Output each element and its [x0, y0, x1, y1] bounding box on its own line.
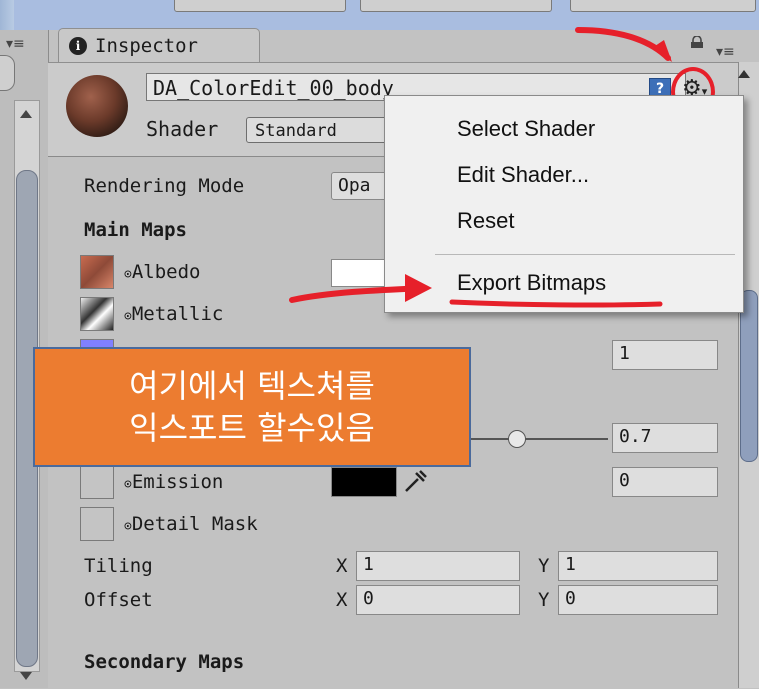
- object-picker-icon[interactable]: ⊙: [124, 519, 132, 534]
- offset-x-label: X: [336, 589, 348, 611]
- panel-menu-icon[interactable]: ▾≡: [6, 36, 25, 52]
- scroll-up-arrow-icon[interactable]: [20, 110, 32, 118]
- object-picker-icon[interactable]: ⊙: [124, 267, 132, 282]
- tiling-x-field[interactable]: 1: [356, 551, 520, 581]
- tab-inspector[interactable]: i Inspector: [58, 28, 260, 63]
- albedo-color-field[interactable]: [331, 259, 391, 287]
- tiling-label: Tiling: [84, 555, 153, 577]
- metallic-texture-thumbnail[interactable]: [80, 297, 114, 331]
- albedo-label: ⊙Albedo: [124, 261, 200, 283]
- emission-color-field[interactable]: [331, 467, 397, 497]
- context-menu: Select Shader Edit Shader... Reset Expor…: [384, 95, 744, 313]
- metallic-label: ⊙Metallic: [124, 303, 223, 325]
- tab-inspector-label: Inspector: [95, 35, 198, 57]
- normal-scale-field[interactable]: 1: [612, 340, 718, 370]
- menu-separator: [435, 254, 735, 255]
- left-panel-tab[interactable]: [0, 55, 15, 91]
- smoothness-slider-thumb[interactable]: [508, 430, 526, 448]
- menu-item-export-bitmaps[interactable]: Export Bitmaps: [457, 270, 606, 296]
- annotation-callout: 여기에서 텍스쳐를 익스포트 할수있음: [33, 347, 471, 467]
- scroll-up-arrow-icon[interactable]: [738, 70, 750, 78]
- right-scrollbar-thumb[interactable]: [740, 290, 758, 462]
- material-preview-avatar: [66, 75, 128, 137]
- secondary-maps-heading: Secondary Maps: [84, 651, 245, 673]
- scroll-down-arrow-icon[interactable]: [20, 672, 32, 680]
- metallic-text: Metallic: [131, 303, 224, 325]
- tiling-y-field[interactable]: 1: [558, 551, 718, 581]
- smoothness-value-field[interactable]: 0.7: [612, 423, 718, 453]
- smoothness-slider-track[interactable]: [468, 438, 608, 440]
- detail-mask-label: ⊙Detail Mask: [124, 513, 258, 535]
- shader-label: Shader: [146, 117, 219, 141]
- albedo-texture-thumbnail[interactable]: [80, 255, 114, 289]
- menu-item-reset[interactable]: Reset: [457, 208, 514, 234]
- emission-texture-slot[interactable]: [80, 465, 114, 499]
- info-icon: i: [69, 37, 87, 55]
- rendering-mode-label: Rendering Mode: [84, 175, 245, 197]
- toolbar-button[interactable]: [174, 0, 346, 12]
- albedo-text: Albedo: [131, 261, 201, 283]
- offset-label: Offset: [84, 589, 153, 611]
- menu-item-select-shader[interactable]: Select Shader: [457, 116, 595, 142]
- object-picker-icon[interactable]: ⊙: [124, 309, 132, 324]
- callout-line-2: 익스포트 할수있음: [129, 409, 375, 447]
- top-toolbar-strip: [14, 0, 759, 30]
- toolbar-button[interactable]: [570, 0, 756, 12]
- menu-item-edit-shader[interactable]: Edit Shader...: [457, 162, 589, 188]
- emission-text: Emission: [131, 471, 224, 493]
- eyedropper-icon[interactable]: [402, 467, 430, 495]
- toolbar-button[interactable]: [360, 0, 552, 12]
- detail-mask-texture-slot[interactable]: [80, 507, 114, 541]
- tiling-x-label: X: [336, 555, 348, 577]
- offset-x-field[interactable]: 0: [356, 585, 520, 615]
- tiling-y-label: Y: [538, 555, 550, 577]
- offset-y-field[interactable]: 0: [558, 585, 718, 615]
- emission-value-field[interactable]: 0: [612, 467, 718, 497]
- object-picker-icon[interactable]: ⊙: [124, 477, 132, 492]
- shader-dropdown[interactable]: Standard: [246, 117, 396, 143]
- inspector-menu-icon[interactable]: ▾≡: [716, 44, 735, 60]
- callout-line-1: 여기에서 텍스쳐를: [129, 367, 375, 405]
- main-maps-heading: Main Maps: [84, 219, 187, 241]
- emission-label: ⊙Emission: [124, 471, 223, 493]
- detail-mask-text: Detail Mask: [131, 513, 258, 535]
- offset-y-label: Y: [538, 589, 550, 611]
- lock-icon[interactable]: [690, 36, 704, 48]
